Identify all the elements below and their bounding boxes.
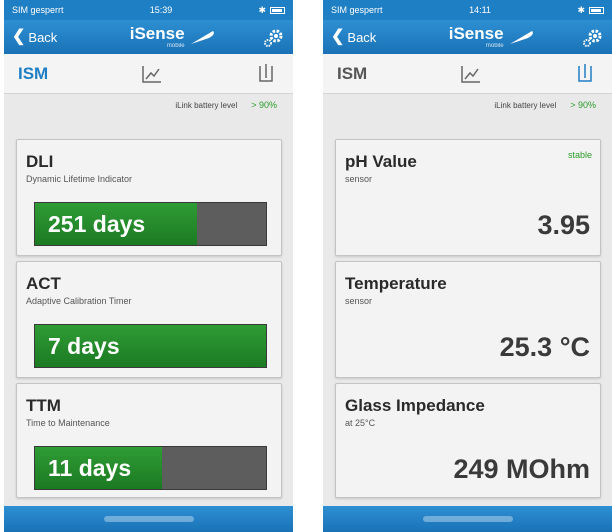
screenshot-stage: SIM gesperrt 15:39 ✱ ❮ Back iSense mobil… <box>0 0 612 532</box>
card-subtitle: Dynamic Lifetime Indicator <box>26 174 133 184</box>
status-bar: SIM gesperrt 15:39 ✱ <box>4 0 293 20</box>
card-title: TTM <box>26 396 61 415</box>
bluetooth-icon: ✱ <box>258 4 266 15</box>
back-button[interactable]: ❮ Back <box>331 29 376 45</box>
card-title: pH Value <box>345 152 417 171</box>
card-title: Temperature <box>345 274 447 293</box>
carrier-label: SIM gesperrt <box>331 5 383 15</box>
bottom-bar <box>323 506 612 532</box>
dli-card[interactable]: DLI Dynamic Lifetime Indicator 251 days <box>16 139 282 256</box>
temperature-reading: 25.3 °C <box>499 332 590 362</box>
ttm-gauge: 11 days <box>34 446 267 490</box>
tab-bar: ISM <box>4 54 293 94</box>
ph-value-reading: 3.95 <box>537 210 590 240</box>
card-title: DLI <box>26 152 54 171</box>
nav-bar: ❮ Back iSense mobile <box>323 20 612 54</box>
app-logo-name: iSense <box>448 24 504 43</box>
nav-bar: ❮ Back iSense mobile <box>4 20 293 54</box>
bluetooth-icon: ✱ <box>577 4 585 15</box>
carrier-label: SIM gesperrt <box>12 5 64 15</box>
status-bar: SIM gesperrt 14:11 ✱ <box>323 0 612 20</box>
feather-icon <box>190 31 214 44</box>
app-logo-sub: mobile <box>485 43 504 49</box>
beaker-icon[interactable] <box>574 63 596 84</box>
card-title: Glass Impedance <box>345 396 485 415</box>
back-chevron-icon: ❮ <box>12 28 26 45</box>
battery-level-label: iLink battery level <box>494 100 557 110</box>
battery-level-row: iLink battery level > 90% <box>4 94 293 116</box>
bottom-bar <box>4 506 293 532</box>
battery-level-value: > 90% <box>570 100 596 110</box>
battery-level-label: iLink battery level <box>175 100 238 110</box>
battery-icon <box>269 6 285 14</box>
back-label: Back <box>347 29 377 45</box>
phone-screen-ism-sensor: SIM gesperrt 14:11 ✱ ❮ Back iSense mobil… <box>323 0 612 532</box>
battery-icon <box>589 6 604 14</box>
clock-label: 15:39 <box>149 5 173 15</box>
glass-impedance-reading: 249 MOhm <box>453 454 590 484</box>
beaker-icon[interactable] <box>255 63 277 84</box>
card-subtitle: Time to Maintenance <box>26 418 110 428</box>
act-gauge: 7 days <box>34 324 267 368</box>
clock-label: 14:11 <box>469 5 491 15</box>
status-icons: ✱ <box>577 5 604 16</box>
back-chevron-icon: ❮ <box>331 28 345 45</box>
chart-icon[interactable] <box>141 64 163 84</box>
temperature-card[interactable]: Temperature sensor 25.3 °C <box>335 261 601 378</box>
gauge-label: 251 days <box>48 211 146 237</box>
gauge-label: 7 days <box>48 333 120 359</box>
card-subtitle: sensor <box>345 296 373 306</box>
tab-ism[interactable]: ISM <box>337 64 367 84</box>
app-logo: iSense mobile <box>130 25 185 49</box>
card-subtitle: Adaptive Calibration Timer <box>26 296 132 306</box>
gauge-label: 11 days <box>48 455 132 481</box>
stability-badge: stable <box>567 150 592 160</box>
dli-gauge: 251 days <box>34 202 267 246</box>
glass-impedance-card[interactable]: Glass Impedance at 25°C 249 MOhm <box>335 383 601 498</box>
card-subtitle: at 25°C <box>345 418 376 428</box>
ph-value-card[interactable]: pH Value sensor stable 3.95 <box>335 139 601 256</box>
back-button[interactable]: ❮ Back <box>12 29 57 45</box>
battery-level-value: > 90% <box>251 100 277 110</box>
tab-bar: ISM <box>323 54 612 94</box>
app-logo-name: iSense <box>129 24 185 43</box>
status-icons: ✱ <box>258 5 285 16</box>
card-title: ACT <box>26 274 61 293</box>
app-logo: iSense mobile <box>449 25 504 49</box>
act-card[interactable]: ACT Adaptive Calibration Timer 7 days <box>16 261 282 378</box>
feather-icon <box>509 31 533 44</box>
back-label: Back <box>28 29 58 45</box>
battery-level-row: iLink battery level > 90% <box>323 94 612 116</box>
card-subtitle: sensor <box>345 174 373 184</box>
app-logo-sub: mobile <box>166 43 185 49</box>
ttm-card[interactable]: TTM Time to Maintenance 11 days <box>16 383 282 498</box>
gear-icon[interactable] <box>263 26 285 48</box>
bottom-bar-logo <box>423 516 513 522</box>
gear-icon[interactable] <box>582 26 604 48</box>
phone-screen-ism-timers: SIM gesperrt 15:39 ✱ ❮ Back iSense mobil… <box>4 0 293 532</box>
chart-icon[interactable] <box>460 64 482 84</box>
tab-ism[interactable]: ISM <box>18 64 48 84</box>
bottom-bar-logo <box>104 516 194 522</box>
